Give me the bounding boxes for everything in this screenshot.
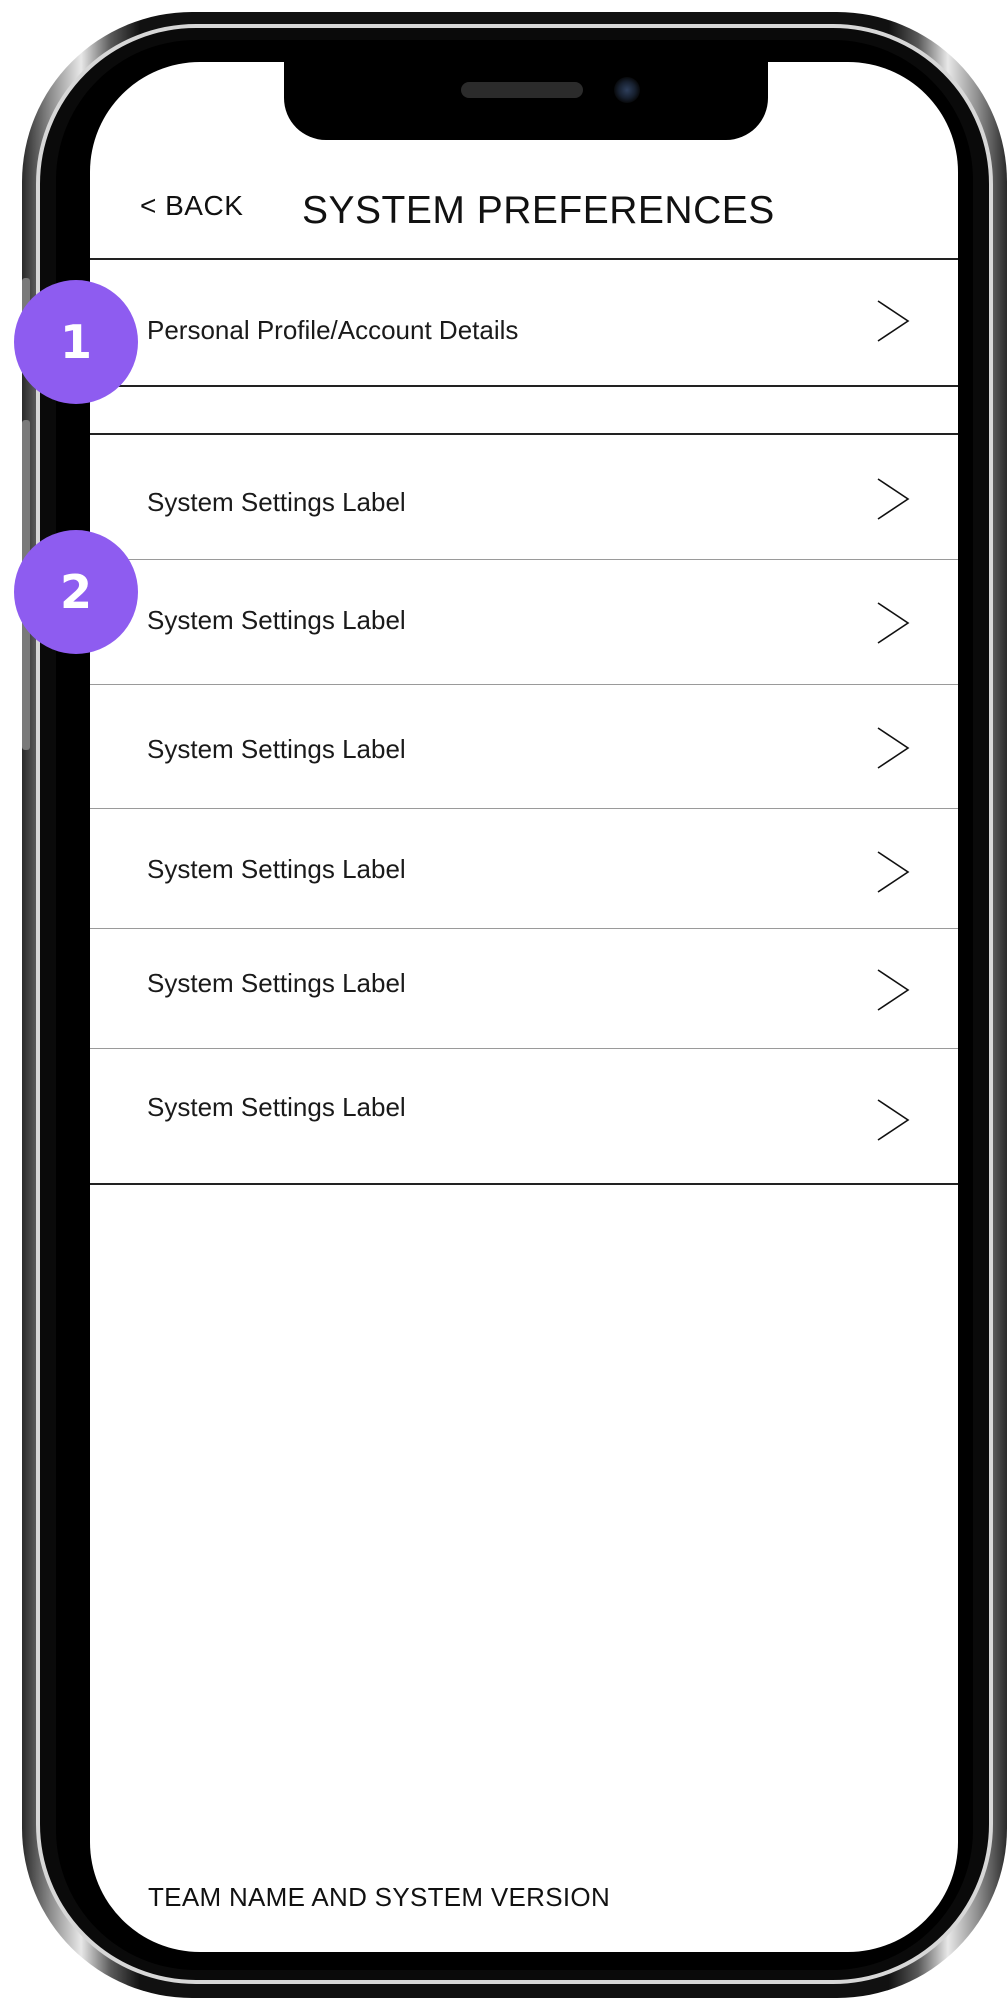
phone-mockup: < BACK SYSTEM PREFERENCES Personal Profi… — [0, 0, 1007, 1998]
notch — [284, 62, 768, 140]
camera-icon — [614, 77, 640, 103]
settings-row[interactable]: System Settings Label — [90, 1048, 958, 1183]
chevron-right-icon — [877, 727, 910, 769]
chevron-right-icon — [877, 602, 910, 644]
settings-row[interactable]: System Settings Label — [90, 808, 958, 928]
settings-row-label: System Settings Label — [147, 1092, 406, 1122]
chevron-right-icon — [877, 969, 910, 1011]
chevron-right-icon — [877, 300, 910, 342]
settings-row[interactable]: System Settings Label — [90, 928, 958, 1048]
chevron-right-icon — [877, 851, 910, 893]
annotation-badge: 1 — [14, 280, 138, 404]
settings-row-label: System Settings Label — [147, 734, 406, 764]
footer-version-text: TEAM NAME AND SYSTEM VERSION — [148, 1882, 611, 1912]
chevron-right-icon — [877, 478, 910, 520]
settings-row[interactable]: System Settings Label — [90, 435, 958, 559]
back-button[interactable]: < BACK — [140, 190, 243, 222]
settings-row-label: System Settings Label — [147, 854, 406, 884]
profile-row[interactable]: Personal Profile/Account Details — [90, 259, 958, 385]
settings-row[interactable]: System Settings Label — [90, 684, 958, 808]
divider — [90, 385, 958, 387]
page-title: SYSTEM PREFERENCES — [302, 189, 775, 232]
profile-row-label: Personal Profile/Account Details — [147, 315, 519, 345]
speaker-grille — [461, 82, 583, 98]
settings-row[interactable]: System Settings Label — [90, 559, 958, 684]
annotation-badge: 2 — [14, 530, 138, 654]
settings-row-label: System Settings Label — [147, 605, 406, 635]
settings-row-label: System Settings Label — [147, 487, 406, 517]
divider — [90, 1183, 958, 1185]
chevron-right-icon — [877, 1099, 910, 1141]
settings-row-label: System Settings Label — [147, 968, 406, 998]
